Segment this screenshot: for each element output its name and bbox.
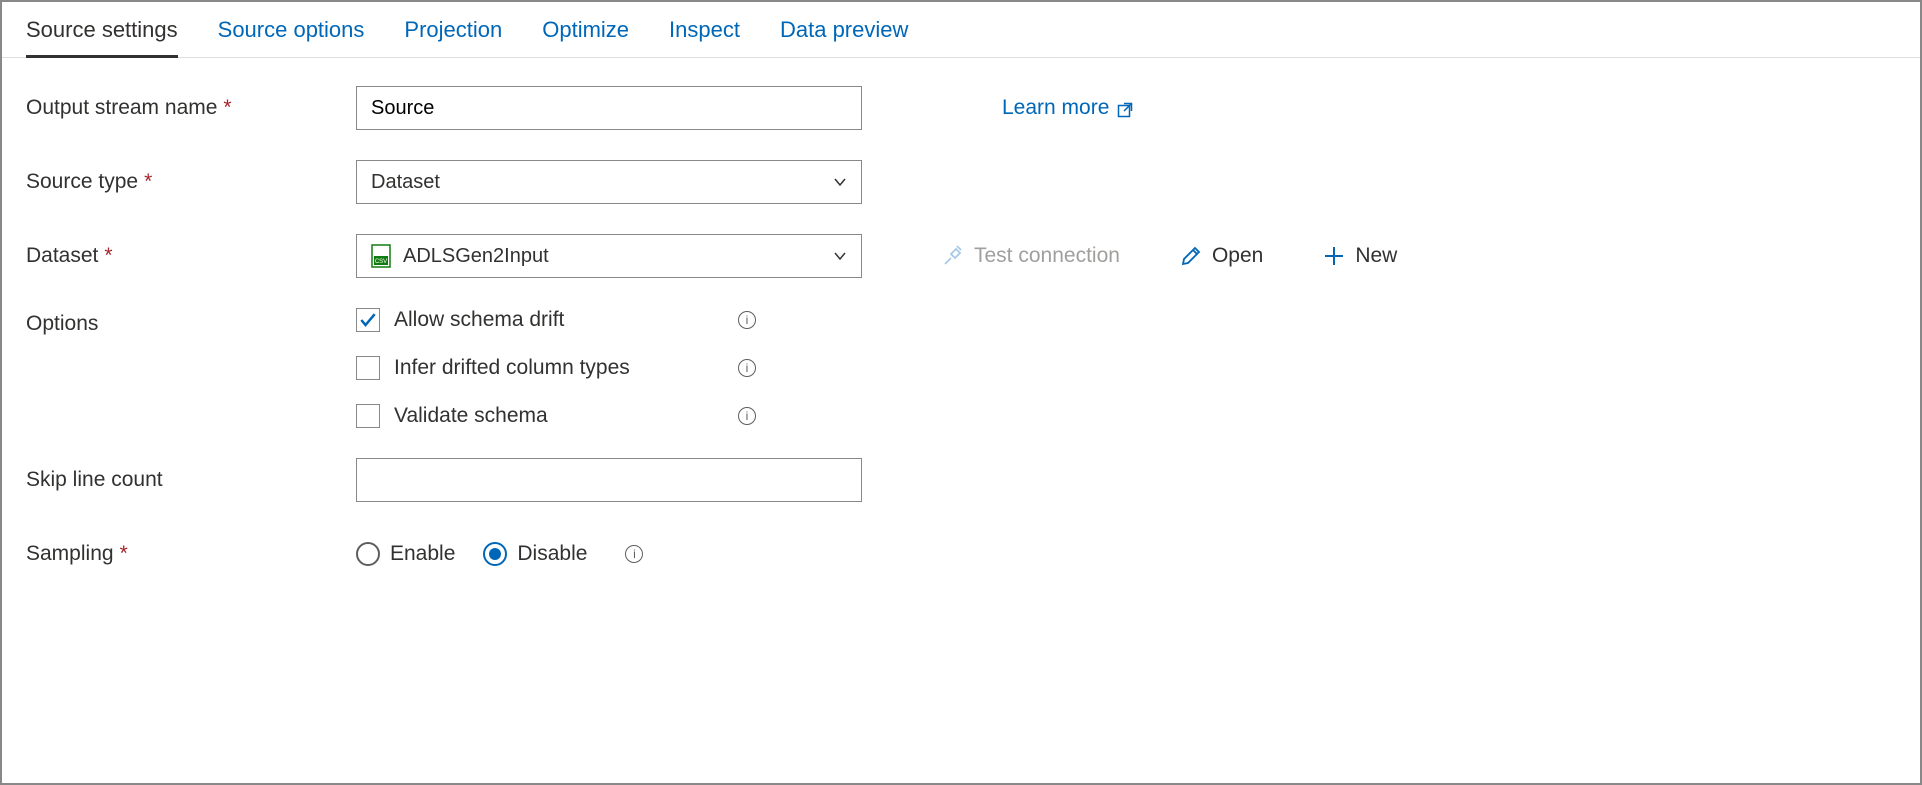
sampling-enable-radio[interactable]: Enable bbox=[356, 542, 455, 566]
infer-drifted-types-label: Infer drifted column types bbox=[394, 356, 694, 380]
form-panel: Output stream name* Learn more Source ty… bbox=[2, 58, 1920, 604]
validate-schema-label: Validate schema bbox=[394, 404, 694, 428]
row-options: Options Allow schema drift i Infer drift… bbox=[26, 308, 1896, 428]
open-label: Open bbox=[1212, 244, 1263, 268]
output-stream-name-field[interactable] bbox=[371, 97, 847, 120]
row-output-stream-name: Output stream name* Learn more bbox=[26, 86, 1896, 130]
skip-line-count-field[interactable] bbox=[371, 469, 847, 492]
sampling-disable-label: Disable bbox=[517, 542, 587, 566]
new-button[interactable]: New bbox=[1323, 244, 1397, 268]
tab-inspect[interactable]: Inspect bbox=[669, 5, 740, 58]
dataset-value: ADLSGen2Input bbox=[403, 245, 549, 268]
tab-bar: Source settings Source options Projectio… bbox=[2, 2, 1920, 58]
csv-file-icon: CSV bbox=[371, 244, 391, 268]
label-output-stream-name: Output stream name* bbox=[26, 96, 356, 120]
test-connection-button[interactable]: Test connection bbox=[942, 244, 1120, 268]
allow-schema-drift-label: Allow schema drift bbox=[394, 308, 694, 332]
row-skip-line-count: Skip line count bbox=[26, 458, 1896, 502]
tab-projection[interactable]: Projection bbox=[404, 5, 502, 58]
plug-icon bbox=[942, 245, 964, 267]
plus-icon bbox=[1323, 245, 1345, 267]
required-asterisk: * bbox=[104, 244, 112, 268]
label-text: Source type bbox=[26, 170, 138, 194]
output-stream-name-input[interactable] bbox=[356, 86, 862, 130]
learn-more-link[interactable]: Learn more bbox=[1002, 96, 1133, 120]
chevron-down-icon bbox=[833, 249, 847, 263]
dataset-select[interactable]: CSV ADLSGen2Input bbox=[356, 234, 862, 278]
label-skip-line-count: Skip line count bbox=[26, 468, 356, 492]
source-type-select[interactable]: Dataset bbox=[356, 160, 862, 204]
label-options: Options bbox=[26, 308, 356, 336]
option-validate-schema: Validate schema i bbox=[356, 404, 756, 428]
required-asterisk: * bbox=[144, 170, 152, 194]
required-asterisk: * bbox=[223, 96, 231, 120]
label-text: Options bbox=[26, 312, 98, 336]
label-sampling: Sampling* bbox=[26, 542, 356, 566]
tab-data-preview[interactable]: Data preview bbox=[780, 5, 908, 58]
label-text: Dataset bbox=[26, 244, 98, 268]
tab-source-settings[interactable]: Source settings bbox=[26, 5, 178, 58]
sampling-disable-radio[interactable]: Disable bbox=[483, 542, 587, 566]
row-source-type: Source type* Dataset bbox=[26, 160, 1896, 204]
tab-optimize[interactable]: Optimize bbox=[542, 5, 629, 58]
validate-schema-checkbox[interactable] bbox=[356, 404, 380, 428]
radio-circle bbox=[356, 542, 380, 566]
label-text: Output stream name bbox=[26, 96, 217, 120]
option-allow-schema-drift: Allow schema drift i bbox=[356, 308, 756, 332]
label-text: Skip line count bbox=[26, 468, 163, 492]
chevron-down-icon bbox=[833, 175, 847, 189]
svg-text:CSV: CSV bbox=[375, 259, 387, 265]
open-button[interactable]: Open bbox=[1180, 244, 1263, 268]
required-asterisk: * bbox=[120, 542, 128, 566]
radio-circle bbox=[483, 542, 507, 566]
option-infer-drifted-types: Infer drifted column types i bbox=[356, 356, 756, 380]
edit-icon bbox=[1180, 245, 1202, 267]
allow-schema-drift-checkbox[interactable] bbox=[356, 308, 380, 332]
info-icon[interactable]: i bbox=[738, 407, 756, 425]
external-link-icon bbox=[1117, 100, 1133, 116]
row-dataset: Dataset* CSV ADLSGen2Input bbox=[26, 234, 1896, 278]
label-source-type: Source type* bbox=[26, 170, 356, 194]
info-icon[interactable]: i bbox=[738, 359, 756, 377]
infer-drifted-types-checkbox[interactable] bbox=[356, 356, 380, 380]
new-label: New bbox=[1355, 244, 1397, 268]
label-dataset: Dataset* bbox=[26, 244, 356, 268]
tab-source-options[interactable]: Source options bbox=[218, 5, 365, 58]
info-icon[interactable]: i bbox=[625, 545, 643, 563]
skip-line-count-input[interactable] bbox=[356, 458, 862, 502]
label-text: Sampling bbox=[26, 542, 114, 566]
learn-more-text: Learn more bbox=[1002, 96, 1109, 120]
source-type-value: Dataset bbox=[371, 171, 440, 194]
test-connection-label: Test connection bbox=[974, 244, 1120, 268]
sampling-enable-label: Enable bbox=[390, 542, 455, 566]
row-sampling: Sampling* Enable Disable i bbox=[26, 532, 1896, 576]
info-icon[interactable]: i bbox=[738, 311, 756, 329]
